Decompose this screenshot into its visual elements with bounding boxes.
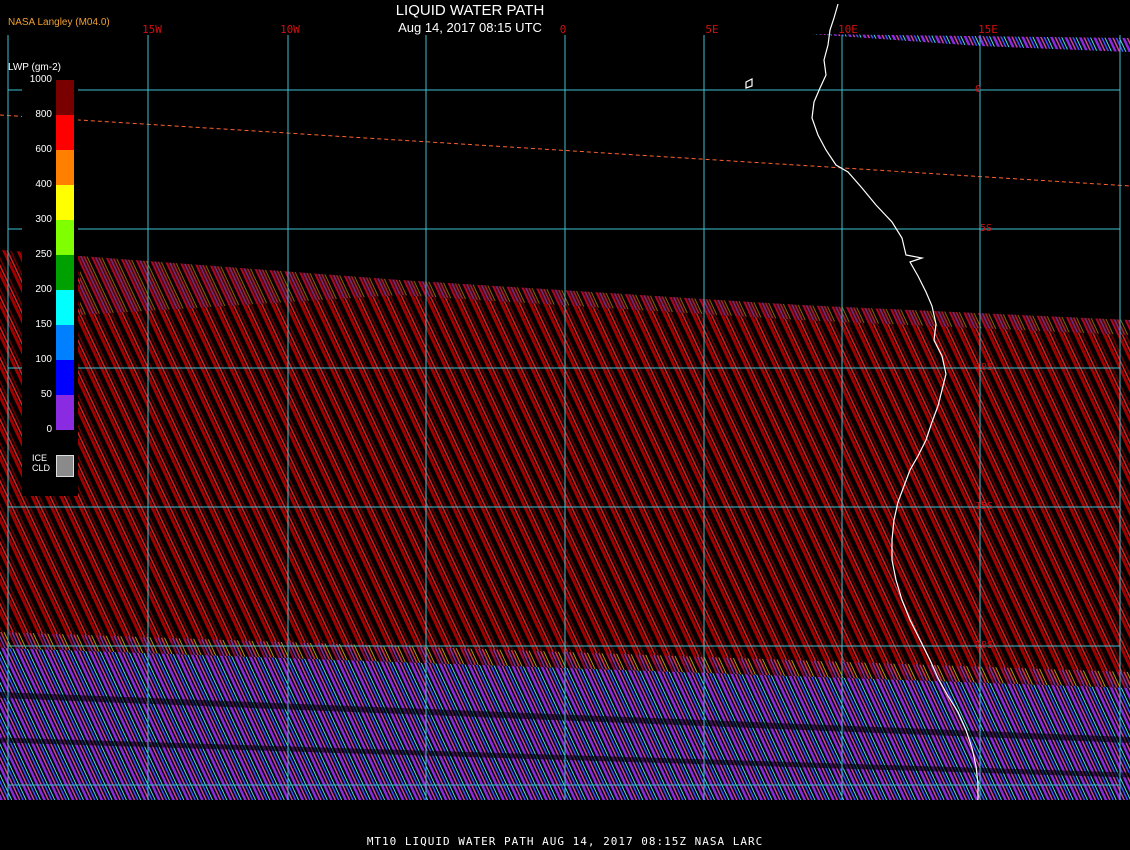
legend-swatch — [56, 150, 74, 185]
legend-tick: 600 — [35, 144, 52, 155]
lon-label-5e: 5E — [705, 23, 719, 36]
lat-label-0: 0 — [975, 84, 982, 95]
lat-label-10s: 10S — [975, 362, 994, 373]
legend-swatch — [56, 220, 74, 255]
legend-tick: 1000 — [29, 74, 52, 85]
legend-swatch — [56, 255, 74, 290]
legend-tick: 50 — [40, 389, 52, 400]
color-legend: LWP (gm-2) 1000 800 600 400 300 250 200 150 100 5… — [8, 60, 78, 496]
footer-caption: MT10 LIQUID WATER PATH AUG 14, 2017 08:1… — [366, 835, 764, 848]
lat-label-5s: 5S — [980, 223, 993, 234]
legend-swatch — [56, 395, 74, 430]
lwp-map — [0, 3, 1130, 800]
lon-label-10e: 10E — [838, 23, 858, 36]
lat-label-20s: 20S — [975, 640, 994, 651]
ice-cloud-label: ICE CLD — [32, 453, 51, 473]
legend-swatch — [56, 290, 74, 325]
map-subtitle: Aug 14, 2017 08:15 UTC — [398, 20, 542, 35]
legend-tick: 250 — [35, 249, 52, 260]
lat-label-15s: 15S — [975, 501, 994, 512]
ice-cloud-swatch — [56, 455, 74, 477]
legend-tick: 300 — [35, 214, 52, 225]
lon-label-15e: 15E — [978, 23, 998, 36]
swath-top — [810, 34, 1130, 52]
lon-label-15w: 15W — [142, 23, 162, 36]
island — [745, 78, 753, 89]
map-title: LIQUID WATER PATH — [395, 2, 545, 19]
legend-swatch — [56, 325, 74, 360]
product-credit: NASA Langley (M04.0) — [8, 17, 110, 28]
legend-title: LWP (gm-2) — [8, 62, 61, 73]
legend-tick: 800 — [35, 109, 52, 120]
lon-label-0: 0 — [559, 23, 567, 36]
lon-label-10w: 10W — [280, 23, 300, 36]
legend-tick: 100 — [35, 354, 52, 365]
legend-swatch — [56, 185, 74, 220]
legend-tick: 400 — [35, 179, 52, 190]
legend-swatch — [56, 115, 74, 150]
legend-tick: 200 — [35, 284, 52, 295]
legend-tick: 0 — [46, 424, 52, 435]
legend-swatch — [56, 80, 74, 115]
legend-tick: 150 — [35, 319, 52, 330]
legend-swatch — [56, 360, 74, 395]
